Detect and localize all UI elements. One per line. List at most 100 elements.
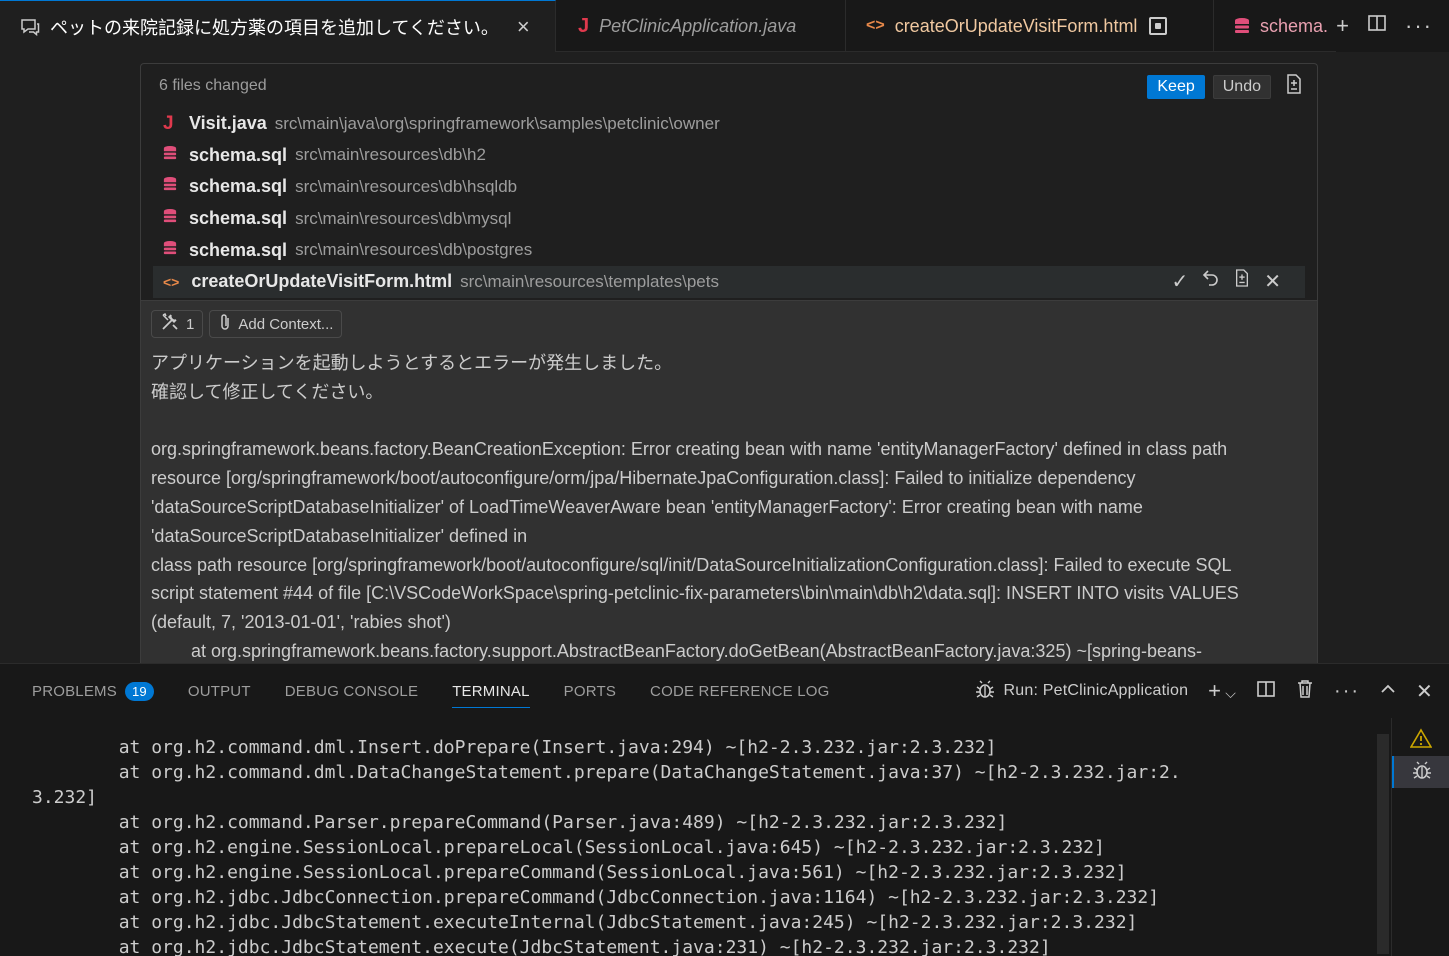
file-name: schema.sql xyxy=(189,144,288,165)
tab-debug-console[interactable]: DEBUG CONSOLE xyxy=(285,664,418,718)
file-path: src\main\java\org\springframework\sample… xyxy=(274,113,720,133)
tab-visit-form[interactable]: <> createOrUpdateVisitForm.html xyxy=(846,0,1214,52)
tab-code-reference-log[interactable]: CODE REFERENCE LOG xyxy=(650,664,829,718)
terminal-line: at org.h2.jdbc.JdbcStatement.executeInte… xyxy=(32,912,1138,933)
discard-icon[interactable] xyxy=(1202,269,1220,293)
tools-count: 1 xyxy=(186,315,195,333)
tab-label: PORTS xyxy=(563,682,617,700)
message-line: class path resource [org/springframework… xyxy=(151,554,1232,575)
terminal-line: at org.h2.command.dml.DataChangeStatemen… xyxy=(32,762,1181,783)
tab-ports[interactable]: PORTS xyxy=(564,664,616,718)
message-line: アプリケーションを起動しようとするとエラーが発生しました。 xyxy=(151,353,673,373)
html-icon: <> xyxy=(866,17,885,34)
tools-button[interactable]: 1 xyxy=(151,310,204,338)
tab-label: PetClinicApplication.java xyxy=(599,15,797,36)
new-terminal-icon[interactable]: + ⌵ xyxy=(1208,678,1236,704)
tab-chat[interactable]: ペットの来院記録に処方薬の項目を追加してください。 × xyxy=(0,0,556,52)
tab-label: createOrUpdateVisitForm.html xyxy=(894,15,1138,36)
terminal-list-item-warning[interactable] xyxy=(1392,724,1449,756)
file-name: schema.sql xyxy=(189,208,288,229)
tab-label: schema. xyxy=(1260,15,1329,36)
changed-file-schema-mysql[interactable]: schema.sql src\main\resources\db\mysql xyxy=(141,203,1317,235)
close-panel-icon[interactable]: ✕ xyxy=(1416,679,1433,704)
changed-files-panel: 6 files changed Keep Undo J Visit.java s… xyxy=(140,63,1318,300)
terminal-selector[interactable]: Run: PetClinicApplication xyxy=(974,678,1189,705)
editor-tab-bar: ペットの来院記録に処方薬の項目を追加してください。 × J PetClinicA… xyxy=(0,0,1449,52)
database-icon xyxy=(163,176,177,197)
warning-icon xyxy=(1409,727,1432,753)
changed-file-schema-hsqldb[interactable]: schema.sql src\main\resources\db\hsqldb xyxy=(141,171,1317,203)
message-line: 'dataSourceScriptDatabaseInitializer' of… xyxy=(151,496,1143,517)
file-path: src\main\resources\db\hsqldb xyxy=(295,176,518,196)
tab-label: PROBLEMS xyxy=(32,682,117,700)
tab-label: DEBUG CONSOLE xyxy=(284,682,419,700)
tab-output[interactable]: OUTPUT xyxy=(188,664,251,718)
terminal-output[interactable]: at org.h2.command.dml.Insert.doPrepare(I… xyxy=(0,718,1370,956)
file-path: src\main\resources\db\mysql xyxy=(295,208,512,228)
message-line xyxy=(151,407,1301,436)
add-context-button[interactable]: Add Context... xyxy=(209,310,343,338)
message-line: (default, 7, '2013-01-01', 'rabies shot'… xyxy=(151,612,451,633)
terminal-line: at org.h2.engine.SessionLocal.prepareCom… xyxy=(32,862,1127,883)
java-icon: J xyxy=(578,14,590,37)
terminal-scrollbar[interactable] xyxy=(1377,734,1389,954)
check-icon[interactable]: ✓ xyxy=(1171,269,1188,294)
java-icon: J xyxy=(163,112,174,134)
terminal-line: at org.h2.engine.SessionLocal.prepareLoc… xyxy=(32,837,1105,858)
changed-file-schema-postgres[interactable]: schema.sql src\main\resources\db\postgre… xyxy=(141,234,1317,266)
more-actions-icon[interactable]: ··· xyxy=(1405,13,1433,39)
undo-button[interactable]: Undo xyxy=(1212,74,1271,99)
message-line: script statement #44 of file [C:\VSCodeW… xyxy=(151,583,1239,604)
file-name: createOrUpdateVisitForm.html xyxy=(191,271,453,292)
split-terminal-icon[interactable] xyxy=(1256,679,1276,704)
changed-file-schema-h2[interactable]: schema.sql src\main\resources\db\h2 xyxy=(141,140,1317,172)
changed-file-visit-java[interactable]: J Visit.java src\main\java\org\springfra… xyxy=(141,108,1317,140)
terminal-list-item-run[interactable] xyxy=(1392,756,1449,788)
maximize-panel-icon[interactable] xyxy=(1380,681,1396,702)
debug-icon xyxy=(1411,759,1433,786)
file-name: schema.sql xyxy=(189,239,288,260)
more-actions-icon[interactable]: ··· xyxy=(1334,680,1360,703)
chat-icon xyxy=(20,18,40,36)
debug-icon xyxy=(974,678,996,705)
file-path: src\main\resources\db\postgres xyxy=(295,240,533,260)
close-icon[interactable]: × xyxy=(517,14,530,40)
html-icon: <> xyxy=(163,273,180,290)
tab-problems[interactable]: PROBLEMS 19 xyxy=(32,664,154,718)
file-path: src\main\resources\db\h2 xyxy=(295,145,486,165)
file-name: schema.sql xyxy=(189,176,288,197)
open-diff-icon[interactable] xyxy=(1234,268,1250,294)
chat-input-box[interactable]: 1 Add Context... アプリケーションを起動しようとするとエラーが発… xyxy=(140,300,1318,663)
context-row: 1 Add Context... xyxy=(151,310,343,338)
split-editor-icon[interactable] xyxy=(1367,13,1387,39)
message-line: 'dataSourceScriptDatabaseInitializer' de… xyxy=(151,525,528,546)
tab-schema[interactable]: schema. xyxy=(1214,0,1334,52)
keep-button[interactable]: Keep xyxy=(1147,74,1205,99)
message-line: resource [org/springframework/boot/autoc… xyxy=(151,468,1136,489)
terminal-line: at org.h2.command.dml.Insert.doPrepare(I… xyxy=(32,737,997,758)
tab-label: TERMINAL xyxy=(452,682,530,700)
run-label: Run: PetClinicApplication xyxy=(1003,682,1189,699)
unsaved-indicator-icon[interactable] xyxy=(1149,17,1168,35)
open-changes-icon[interactable] xyxy=(1285,74,1303,99)
tab-terminal[interactable]: TERMINAL xyxy=(452,664,531,718)
changed-file-visit-form[interactable]: <> createOrUpdateVisitForm.html src\main… xyxy=(153,265,1305,298)
file-name: Visit.java xyxy=(189,113,267,134)
database-icon xyxy=(163,240,177,261)
paperclip-icon xyxy=(218,312,232,336)
changes-actions: Keep Undo xyxy=(1147,74,1303,99)
terminal-line: at org.h2.command.Parser.prepareCommand(… xyxy=(32,812,1008,833)
terminal-list xyxy=(1391,718,1449,956)
trash-icon[interactable] xyxy=(1296,679,1314,704)
chat-message-text[interactable]: アプリケーションを起動しようとするとエラーが発生しました。 確認して修正してくだ… xyxy=(151,349,1301,663)
chat-editor: 6 files changed Keep Undo J Visit.java s… xyxy=(0,52,1449,663)
tab-label: CODE REFERENCE LOG xyxy=(650,682,830,700)
close-icon[interactable]: ✕ xyxy=(1264,269,1281,294)
tab-petclinic-application[interactable]: J PetClinicApplication.java xyxy=(556,0,846,52)
tools-icon xyxy=(160,312,180,336)
add-context-label: Add Context... xyxy=(238,315,334,333)
changes-summary: 6 files changed xyxy=(159,77,267,94)
new-tab-icon[interactable]: + xyxy=(1336,13,1349,39)
tab-label: ペットの来院記録に処方薬の項目を追加してください。 xyxy=(50,17,499,38)
chevron-down-icon[interactable]: ⌵ xyxy=(1225,685,1236,701)
